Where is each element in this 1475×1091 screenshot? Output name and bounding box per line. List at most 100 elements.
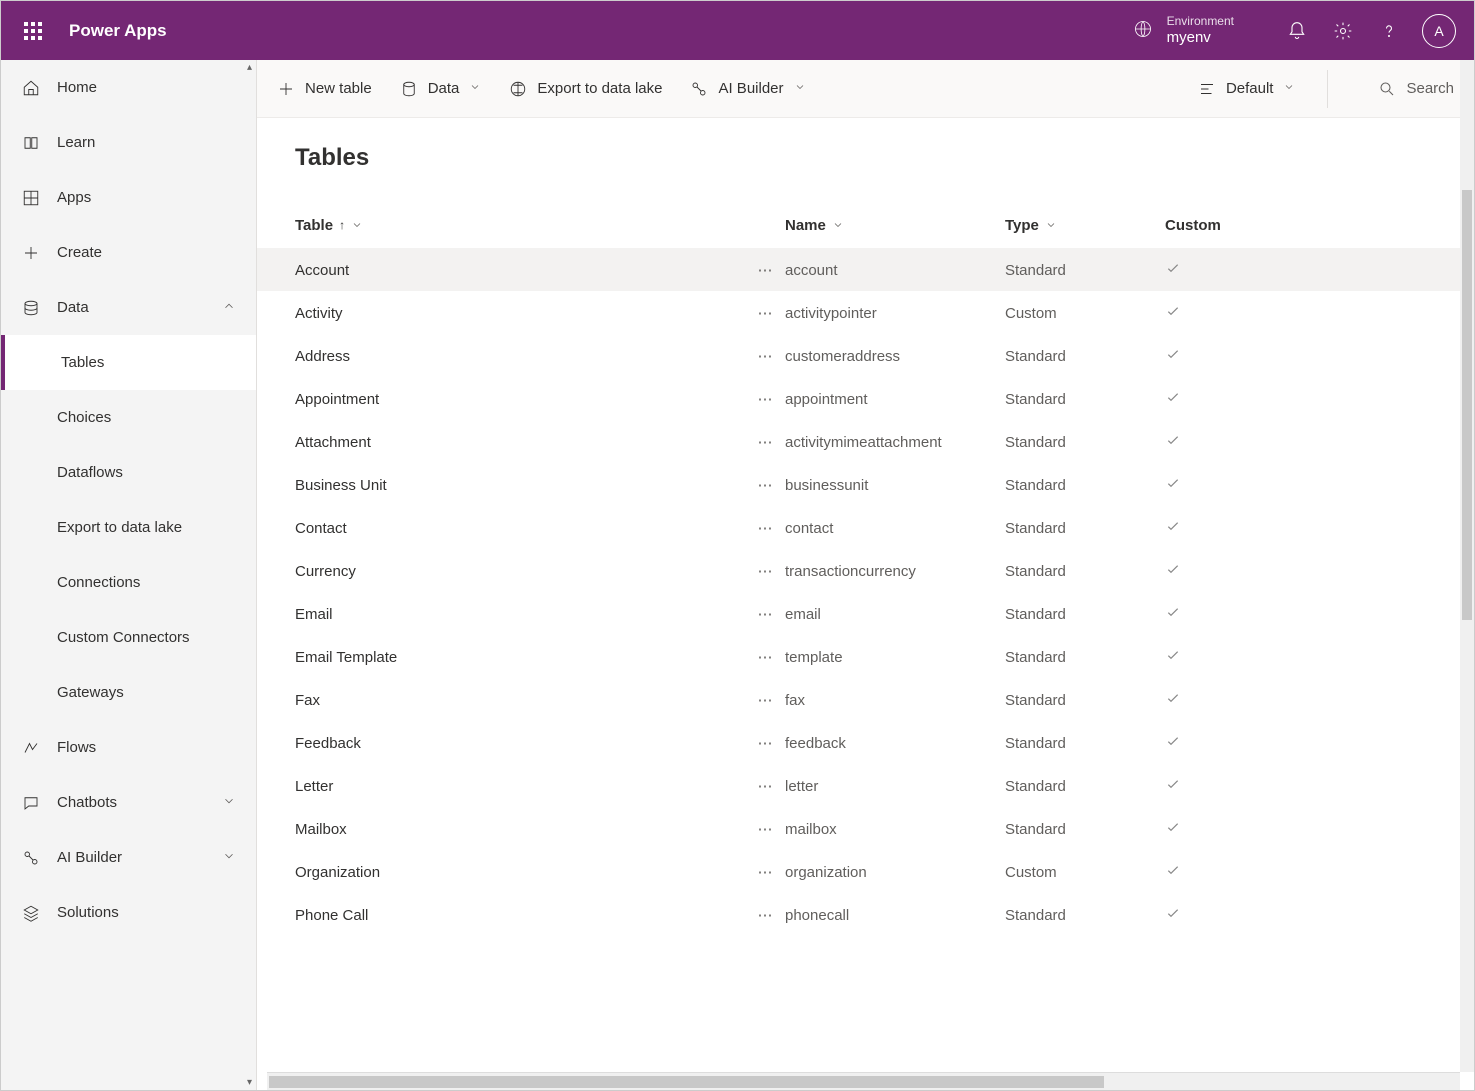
sidebar-item-create[interactable]: Create [1,225,256,280]
table-row[interactable]: Activity⋯activitypointerCustom [257,291,1474,334]
table-row[interactable]: Address⋯customeraddressStandard [257,334,1474,377]
sidebar-item-ai-builder[interactable]: AI Builder [1,830,256,885]
cell-name: activitypointer [785,305,1005,322]
chevron-down-icon [794,80,806,97]
app-launcher-icon[interactable] [9,7,57,55]
ai-builder-menu[interactable]: AI Builder [690,80,805,98]
more-icon[interactable]: ⋯ [745,820,785,838]
more-icon[interactable]: ⋯ [745,519,785,537]
more-icon[interactable]: ⋯ [745,734,785,752]
table-row[interactable]: Attachment⋯activitymimeattachmentStandar… [257,420,1474,463]
check-icon [1165,389,1245,409]
home-icon [21,78,41,98]
cell-type: Standard [1005,434,1165,451]
view-menu[interactable]: Default [1198,80,1296,98]
sidebar-item-home[interactable]: Home [1,60,256,115]
table-row[interactable]: Account⋯accountStandard [257,248,1474,291]
more-icon[interactable]: ⋯ [745,390,785,408]
cell-type: Standard [1005,563,1165,580]
check-icon [1165,690,1245,710]
export-data-lake-button[interactable]: Export to data lake [509,80,662,98]
table-row[interactable]: Appointment⋯appointmentStandard [257,377,1474,420]
table-row[interactable]: Contact⋯contactStandard [257,506,1474,549]
notifications-icon[interactable] [1274,8,1320,54]
more-icon[interactable]: ⋯ [745,648,785,666]
chevron-down-icon [469,80,481,97]
sidebar-item-custom-connectors[interactable]: Custom Connectors [1,610,256,665]
cell-type: Standard [1005,692,1165,709]
table-row[interactable]: Mailbox⋯mailboxStandard [257,807,1474,850]
table-row[interactable]: Email Template⋯templateStandard [257,635,1474,678]
more-icon[interactable]: ⋯ [745,605,785,623]
column-header-custom[interactable]: Custom [1165,217,1245,234]
gear-icon[interactable] [1320,8,1366,54]
table-header: Table ↑ Name Type Custom [257,202,1474,248]
table-row[interactable]: Business Unit⋯businessunitStandard [257,463,1474,506]
scroll-up-icon[interactable]: ▴ [247,62,252,73]
table-row[interactable]: Phone Call⋯phonecallStandard [257,893,1474,936]
sidebar-item-connections[interactable]: Connections [1,555,256,610]
check-icon [1165,905,1245,925]
table-row[interactable]: Fax⋯faxStandard [257,678,1474,721]
more-icon[interactable]: ⋯ [745,906,785,924]
chevron-down-icon [222,849,236,867]
sidebar-item-flows[interactable]: Flows [1,720,256,775]
more-icon[interactable]: ⋯ [745,347,785,365]
sidebar-item-label: Dataflows [57,464,123,481]
sidebar-item-choices[interactable]: Choices [1,390,256,445]
more-icon[interactable]: ⋯ [745,691,785,709]
column-header-table[interactable]: Table ↑ [295,217,745,234]
search-button[interactable]: Search [1360,80,1454,98]
new-table-button[interactable]: New table [277,80,372,98]
scroll-down-icon[interactable]: ▾ [247,1077,252,1088]
avatar[interactable]: A [1422,14,1456,48]
sidebar-item-solutions[interactable]: Solutions [1,885,256,940]
table-row[interactable]: Feedback⋯feedbackStandard [257,721,1474,764]
more-icon[interactable]: ⋯ [745,476,785,494]
divider [1327,70,1328,108]
column-header-name[interactable]: Name [785,217,1005,234]
environment-picker[interactable]: Environment myenv [1133,14,1234,46]
more-icon[interactable]: ⋯ [745,304,785,322]
table-row[interactable]: Letter⋯letterStandard [257,764,1474,807]
chevron-down-icon [351,219,363,231]
sidebar-item-apps[interactable]: Apps [1,170,256,225]
cell-table: Address [295,348,745,365]
environment-name: myenv [1167,29,1234,47]
table-row[interactable]: Email⋯emailStandard [257,592,1474,635]
column-header-type[interactable]: Type [1005,217,1165,234]
environment-label: Environment [1167,14,1234,28]
horizontal-scrollbar[interactable] [267,1072,1460,1090]
sidebar-item-label: Connections [57,574,140,591]
cell-table: Appointment [295,391,745,408]
check-icon [1165,518,1245,538]
cell-table: Email [295,606,745,623]
sidebar-item-label: Data [57,299,89,316]
sidebar-item-export-data-lake[interactable]: Export to data lake [1,500,256,555]
cell-name: mailbox [785,821,1005,838]
more-icon[interactable]: ⋯ [745,261,785,279]
data-menu[interactable]: Data [400,80,482,98]
vertical-scrollbar[interactable] [1460,60,1474,1072]
sidebar-item-dataflows[interactable]: Dataflows [1,445,256,500]
cell-type: Custom [1005,305,1165,322]
cell-type: Standard [1005,735,1165,752]
sidebar-item-label: Apps [57,189,91,206]
chevron-down-icon [1283,80,1295,97]
more-icon[interactable]: ⋯ [745,777,785,795]
sidebar-item-chatbots[interactable]: Chatbots [1,775,256,830]
more-icon[interactable]: ⋯ [745,863,785,881]
toolbar: New table Data Export to data lake AI Bu… [257,60,1474,118]
table-row[interactable]: Currency⋯transactioncurrencyStandard [257,549,1474,592]
sidebar-item-data[interactable]: Data [1,280,256,335]
more-icon[interactable]: ⋯ [745,562,785,580]
more-icon[interactable]: ⋯ [745,433,785,451]
sidebar-item-learn[interactable]: Learn [1,115,256,170]
help-icon[interactable] [1366,8,1412,54]
sidebar-item-gateways[interactable]: Gateways [1,665,256,720]
check-icon [1165,432,1245,452]
cell-type: Standard [1005,606,1165,623]
check-icon [1165,346,1245,366]
sidebar-item-tables[interactable]: Tables [1,335,256,390]
table-row[interactable]: Organization⋯organizationCustom [257,850,1474,893]
